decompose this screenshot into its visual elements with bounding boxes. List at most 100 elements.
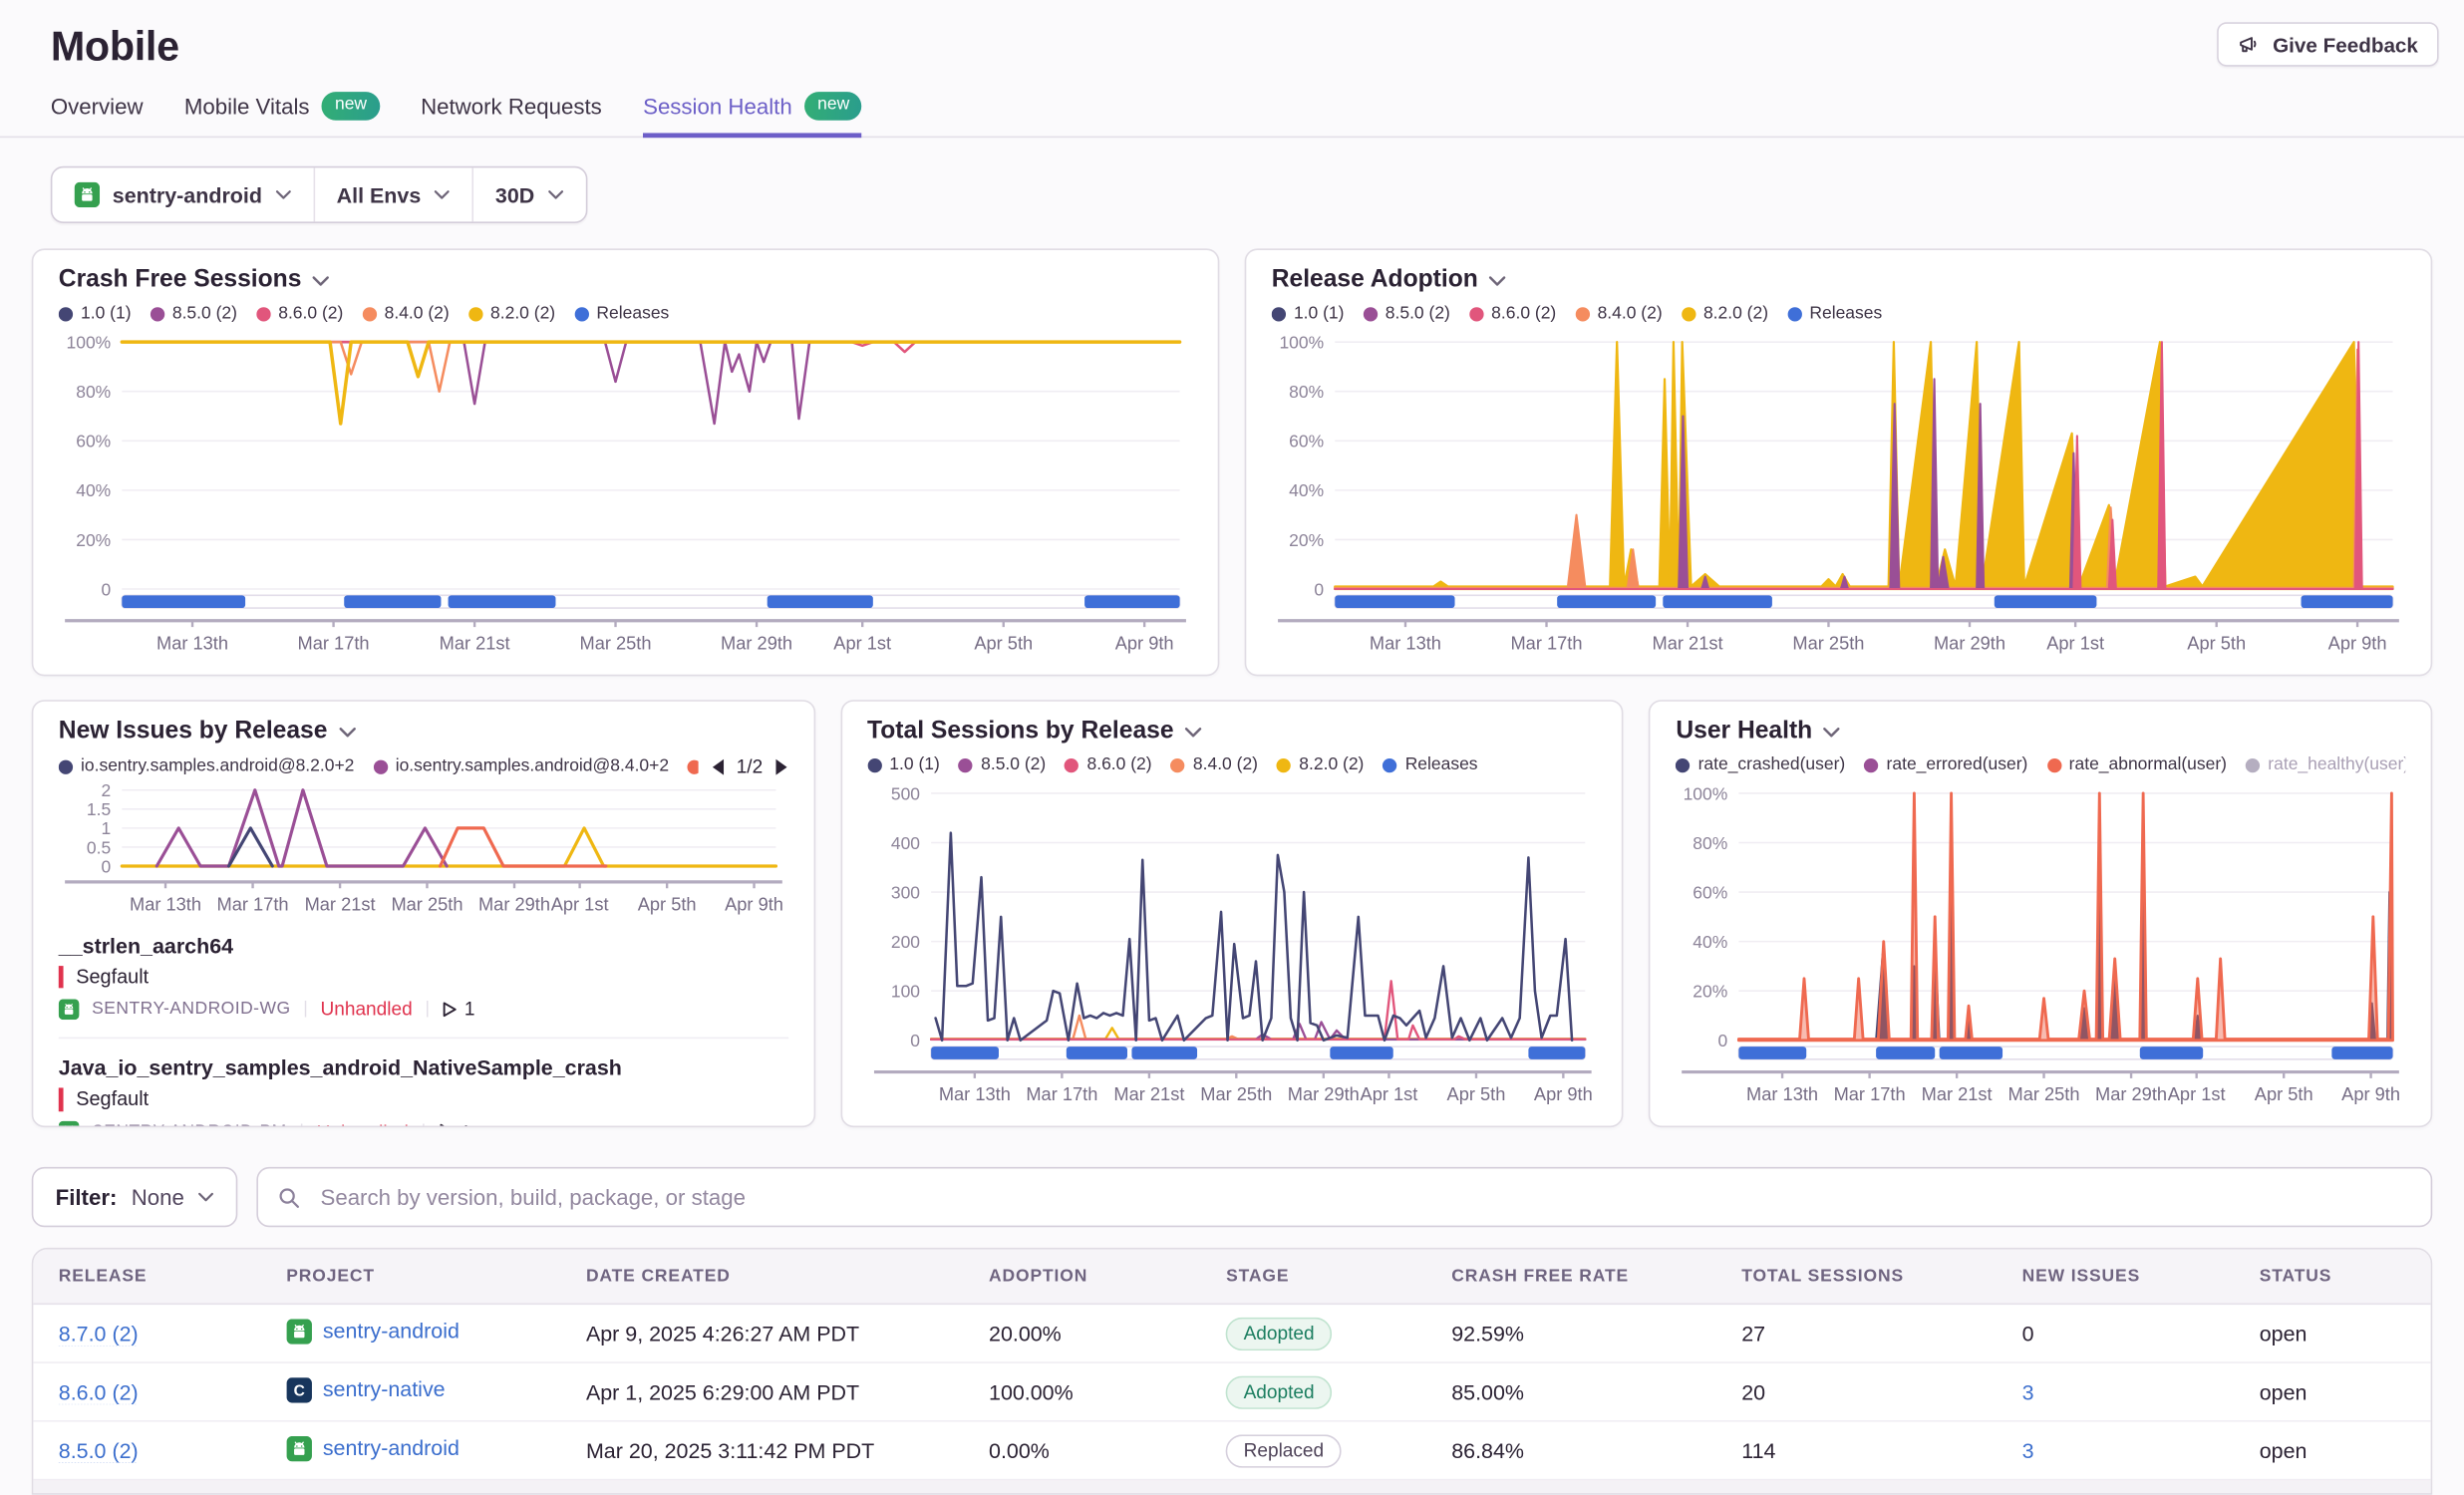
date-range-filter[interactable]: 30D <box>471 167 585 221</box>
legend-item[interactable]: 8.6.0 (2) <box>1065 755 1151 774</box>
issue-title-link[interactable]: __strlen_aarch64 <box>59 934 788 958</box>
tab-bar: Overview Mobile Vitals new Network Requests… <box>0 92 2464 138</box>
filter-dropdown-button[interactable]: Filter: None <box>32 1167 238 1227</box>
legend-item[interactable]: 1.0 (1) <box>867 755 940 774</box>
user-health-chart[interactable]: 100%80%60%40%20%0Mar 13thMar 17thMar 21s… <box>1676 780 2405 1106</box>
search-input[interactable] <box>317 1183 2411 1212</box>
date-range-filter-label: 30D <box>495 182 534 206</box>
legend-label: Releases <box>1405 755 1478 774</box>
legend-label: io.sentry.samples.android@8.2.0+2 <box>81 756 354 775</box>
svg-text:1.5: 1.5 <box>87 799 111 819</box>
legend-label: rate_errored(user) <box>1887 755 2028 774</box>
tab-network-requests[interactable]: Network Requests <box>421 92 602 138</box>
status-cell: open <box>2234 1380 2430 1404</box>
legend-item[interactable]: 8.4.0 (2) <box>1575 304 1662 323</box>
panel-title-row: Total Sessions by Release <box>867 718 1597 747</box>
panel-dropdown-chevron-icon[interactable] <box>1185 726 1202 737</box>
table-row[interactable]: 8.6.0 (2)Csentry-nativeApr 1, 2025 6:29:… <box>33 1363 2430 1422</box>
release-link[interactable]: 8.6.0 (2) <box>59 1380 139 1404</box>
release-link[interactable]: 8.5.0 (2) <box>59 1438 139 1462</box>
new-badge: new <box>322 92 379 121</box>
give-feedback-button[interactable]: Give Feedback <box>2218 22 2439 66</box>
svg-text:200: 200 <box>890 932 919 952</box>
release-link[interactable]: 8.7.0 (2) <box>59 1322 139 1346</box>
chevron-down-icon <box>434 190 450 200</box>
svg-text:20%: 20% <box>1289 530 1324 550</box>
total-sessions-chart[interactable]: 5004003002001000Mar 13thMar 17thMar 21st… <box>867 780 1597 1106</box>
legend-item[interactable]: io.sentry.samples.android@8.2.0+2 <box>59 756 355 775</box>
project-link[interactable]: sentry-android <box>323 1436 460 1460</box>
svg-text:80%: 80% <box>76 382 111 402</box>
legend-item[interactable]: Releases <box>574 304 669 323</box>
panel-dropdown-chevron-icon[interactable] <box>339 726 356 737</box>
legend-item[interactable]: 8.5.0 (2) <box>1364 304 1450 323</box>
legend-item[interactable]: 1.0 (1) <box>59 304 132 323</box>
legend-item[interactable]: io.sentry.samp <box>688 756 698 775</box>
panel-new-issues-by-release: New Issues by Release io.sentry.samples.… <box>32 700 815 1127</box>
stage-badge: Replaced <box>1226 1434 1342 1467</box>
svg-text:100%: 100% <box>67 333 112 353</box>
legend-item[interactable]: 8.6.0 (2) <box>1469 304 1556 323</box>
new-issues-link[interactable]: 3 <box>2022 1438 2034 1462</box>
legend-item[interactable]: 8.5.0 (2) <box>151 304 237 323</box>
legend-item[interactable]: rate_errored(user) <box>1864 755 2027 774</box>
column-header-total-sessions: TOTAL SESSIONS <box>1716 1267 1997 1286</box>
new-issues-link[interactable]: 3 <box>2022 1380 2034 1404</box>
table-row[interactable]: 8.5.0 (2)sentry-androidMar 20, 2025 3:11… <box>33 1422 2430 1481</box>
table-body: 8.7.0 (2) sentry-android Apr 9, 2025 4:26:… <box>33 1305 2430 1480</box>
panel-dropdown-chevron-icon[interactable] <box>313 275 330 286</box>
legend-item[interactable]: Releases <box>1787 304 1882 323</box>
legend-label: rate_crashed(user) <box>1698 755 1846 774</box>
legend-item[interactable]: io.sentry.samples.android@8.4.0+2 <box>373 756 669 775</box>
legend-item[interactable]: 8.2.0 (2) <box>468 304 555 323</box>
tab-session-health[interactable]: Session Healthnew <box>643 92 862 138</box>
legend-item[interactable]: 8.6.0 (2) <box>256 304 343 323</box>
column-header-crash-free-rate: CRASH FREE RATE <box>1426 1267 1716 1286</box>
date-created-cell: Apr 9, 2025 4:26:27 AM PDT <box>561 1322 964 1346</box>
table-row[interactable]: 8.7.0 (2) sentry-android Apr 9, 2025 4:26:… <box>33 1305 2430 1363</box>
legend-item[interactable]: 8.2.0 (2) <box>1682 304 1768 323</box>
new-issues-chart[interactable]: 21.510.50Mar 13thMar 17thMar 21stMar 25t… <box>59 783 788 916</box>
release-adoption-chart[interactable]: 100%80%60%40%20%0Mar 13thMar 17thMar 21s… <box>1272 329 2406 655</box>
new-issues-cell: 0 <box>1997 1322 2234 1346</box>
divider: | <box>299 1122 304 1127</box>
legend-item[interactable]: rate_crashed(user) <box>1676 755 1845 774</box>
legend-item[interactable]: rate_abnormal(user) <box>2046 755 2227 774</box>
legend-dot <box>2246 757 2260 771</box>
legend-item[interactable]: 8.5.0 (2) <box>959 755 1046 774</box>
legend-item[interactable]: 8.4.0 (2) <box>1171 755 1258 774</box>
legend-item[interactable]: 1.0 (1) <box>1272 304 1345 323</box>
project-link[interactable]: sentry-android <box>323 1319 460 1343</box>
crash-free-sessions-chart[interactable]: 100%80%60%40%20%0Mar 13thMar 17thMar 21s… <box>59 329 1193 655</box>
svg-text:40%: 40% <box>1289 480 1324 500</box>
search-box <box>257 1167 2432 1227</box>
project-link[interactable]: sentry-native <box>323 1377 446 1401</box>
project-filter[interactable]: sentry-android <box>52 167 312 221</box>
svg-text:Mar 29th: Mar 29th <box>1287 1083 1359 1104</box>
environment-filter[interactable]: All Envs <box>313 167 471 221</box>
legend-item[interactable]: 8.4.0 (2) <box>362 304 449 323</box>
issue-title-link[interactable]: Java_io_sentry_samples_android_NativeSam… <box>59 1056 788 1080</box>
legend-label: 8.2.0 (2) <box>490 304 555 323</box>
crash-free-rate-cell: 85.00% <box>1426 1380 1716 1404</box>
pager-previous-icon[interactable] <box>711 757 725 774</box>
legend-item[interactable]: rate_healthy(user) <box>2246 755 2405 774</box>
tab-mobile-vitals[interactable]: Mobile Vitals new <box>184 92 380 138</box>
legend-item[interactable]: Releases <box>1383 755 1477 774</box>
pager-next-icon[interactable] <box>773 757 787 774</box>
panel-dropdown-chevron-icon[interactable] <box>1489 275 1506 286</box>
legend-dot <box>2046 757 2060 771</box>
tab-label: Network Requests <box>421 94 602 119</box>
panel-dropdown-chevron-icon[interactable] <box>1823 726 1840 737</box>
svg-text:Apr 5th: Apr 5th <box>1446 1083 1505 1104</box>
column-header-project: PROJECT <box>261 1267 561 1286</box>
tab-label: Mobile Vitals <box>184 94 310 119</box>
svg-text:0: 0 <box>1314 579 1324 599</box>
panel-total-sessions-by-release: Total Sessions by Release 1.0 (1) 8.5.0 (… <box>840 700 1624 1127</box>
legend-label: 8.2.0 (2) <box>1299 755 1364 774</box>
svg-text:Mar 29th: Mar 29th <box>721 632 792 653</box>
tab-overview[interactable]: Overview <box>51 92 144 138</box>
legend-item[interactable]: 8.2.0 (2) <box>1277 755 1364 774</box>
svg-text:Apr 5th: Apr 5th <box>2187 632 2246 653</box>
adoption-cell: 0.00% <box>964 1438 1201 1462</box>
